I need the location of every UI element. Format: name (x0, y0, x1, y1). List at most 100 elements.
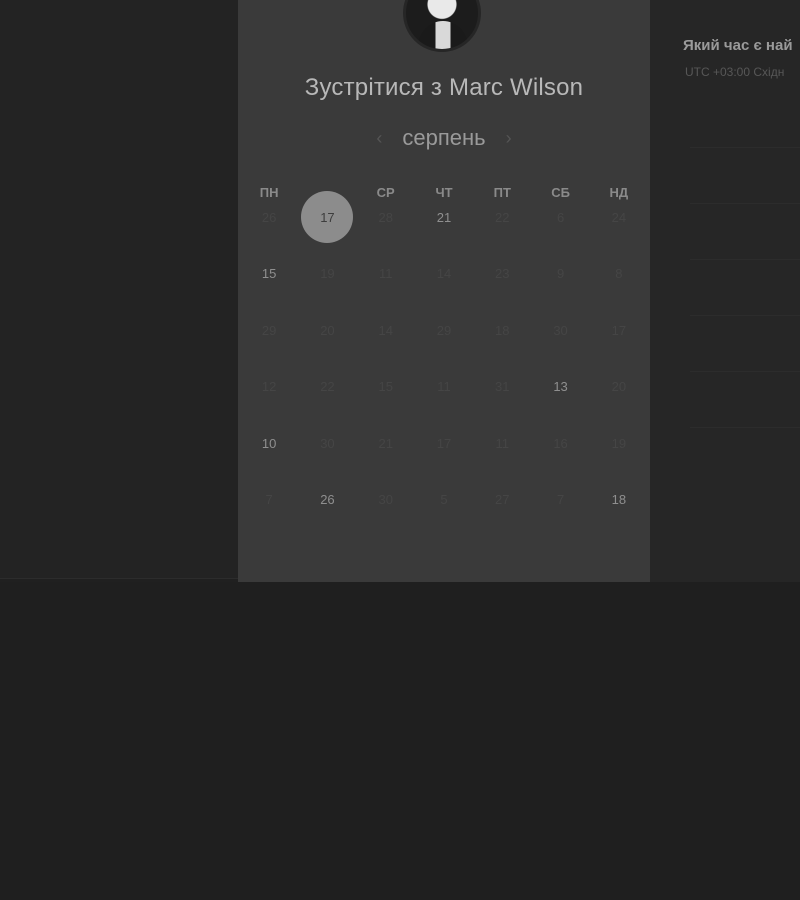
day-cell: 17 (590, 302, 648, 359)
day-number: 19 (611, 435, 627, 451)
day-cell[interactable]: 13 (531, 359, 589, 416)
day-cell[interactable]: 15 (240, 246, 298, 303)
day-number: 15 (378, 379, 393, 395)
day-cell: 20 (590, 359, 648, 416)
day-cell: 5 (415, 472, 473, 529)
day-cell: 29 (415, 302, 473, 359)
day-cell: 27 (473, 472, 531, 529)
page: Зустрітися з Marc Wilson ‹ серпень › ПН … (0, 0, 800, 900)
avatar-portrait (418, 21, 468, 49)
day-number: 16 (553, 435, 568, 451)
day-number: 20 (320, 322, 335, 338)
day-cell: 11 (415, 359, 473, 416)
day-number: 20 (611, 379, 627, 395)
day-number: 6 (556, 209, 565, 225)
day-number: 28 (378, 209, 393, 225)
time-slot (690, 148, 800, 204)
time-slot (690, 204, 800, 260)
day-cell: 30 (531, 302, 589, 359)
day-number: 19 (320, 266, 335, 282)
day-number: 13 (553, 379, 568, 395)
day-cell: 15 (357, 359, 415, 416)
day-cell[interactable]: 26 (298, 472, 356, 529)
day-number: 23 (495, 266, 510, 282)
day-number: 22 (495, 209, 510, 225)
day-number: 31 (495, 379, 510, 395)
day-number: 30 (378, 492, 393, 508)
day-cell-selected[interactable]: 17 (298, 189, 356, 246)
day-number: 18 (495, 322, 510, 338)
time-panel: Який час є най UTC +03:00 Східн (650, 0, 800, 582)
day-cell: 30 (357, 472, 415, 529)
day-cell: 12 (240, 359, 298, 416)
time-slot (690, 372, 800, 428)
day-number: 11 (437, 379, 451, 395)
time-panel-title: Який час є най (683, 37, 793, 54)
day-number: 11 (378, 266, 393, 282)
day-cell: 17 (415, 415, 473, 472)
day-number: 29 (261, 322, 277, 338)
day-cell: 7 (531, 472, 589, 529)
month-nav: ‹ серпень › (238, 124, 650, 152)
day-cell: 11 (357, 246, 415, 303)
day-number: 12 (261, 379, 277, 395)
day-cell: 28 (357, 189, 415, 246)
day-number: 11 (495, 435, 510, 451)
day-cell: 8 (590, 246, 648, 303)
timezone-label[interactable]: UTC +03:00 Східн (685, 65, 784, 79)
day-number: 17 (436, 435, 452, 451)
day-cell: 7 (240, 472, 298, 529)
day-cell: 9 (531, 246, 589, 303)
day-number: 9 (556, 266, 565, 282)
day-cell: 31 (473, 359, 531, 416)
time-slot (690, 92, 800, 148)
day-number: 14 (436, 266, 452, 282)
day-number: 8 (615, 266, 623, 282)
day-cell: 19 (298, 246, 356, 303)
day-number: 29 (436, 322, 452, 338)
day-cell: 14 (357, 302, 415, 359)
day-number: 17 (320, 209, 335, 225)
day-cell: 14 (415, 246, 473, 303)
day-cell: 11 (473, 415, 531, 472)
day-cell: 20 (298, 302, 356, 359)
day-cell: 22 (298, 359, 356, 416)
day-cell[interactable]: 10 (240, 415, 298, 472)
day-number: 17 (611, 322, 627, 338)
day-cell: 16 (531, 415, 589, 472)
day-number: 15 (261, 266, 277, 282)
calendar-grid: 26 17 28 21 22 6 24 15 19 11 14 23 9 8 29 20 14 29 18 30 17 1… (240, 189, 648, 528)
day-cell: 18 (473, 302, 531, 359)
day-number: 26 (320, 492, 335, 508)
day-number: 30 (320, 435, 335, 451)
avatar (403, 0, 481, 52)
time-slot-list (690, 92, 800, 428)
bottom-area (0, 582, 800, 900)
day-cell: 21 (357, 415, 415, 472)
chevron-right-icon[interactable]: › (506, 129, 512, 147)
left-area (0, 0, 238, 579)
day-cell: 26 (240, 189, 298, 246)
day-number: 7 (556, 492, 565, 508)
day-number: 18 (611, 492, 627, 508)
time-slot (690, 260, 800, 316)
time-slot (690, 316, 800, 372)
day-cell[interactable]: 18 (590, 472, 648, 529)
day-number: 21 (436, 209, 452, 225)
day-number: 24 (611, 209, 627, 225)
chevron-left-icon[interactable]: ‹ (376, 129, 382, 147)
day-number: 14 (378, 322, 393, 338)
day-cell[interactable]: 21 (415, 189, 473, 246)
day-number: 5 (440, 492, 448, 508)
day-number: 22 (320, 379, 335, 395)
day-number: 26 (261, 209, 277, 225)
day-cell: 24 (590, 189, 648, 246)
card-title: Зустрітися з Marc Wilson (304, 74, 584, 101)
day-cell: 19 (590, 415, 648, 472)
day-cell: 22 (473, 189, 531, 246)
day-cell: 29 (240, 302, 298, 359)
day-number: 27 (495, 492, 510, 508)
day-number: 30 (553, 322, 568, 338)
booking-card: Зустрітися з Marc Wilson ‹ серпень › ПН … (238, 0, 650, 582)
day-cell: 30 (298, 415, 356, 472)
